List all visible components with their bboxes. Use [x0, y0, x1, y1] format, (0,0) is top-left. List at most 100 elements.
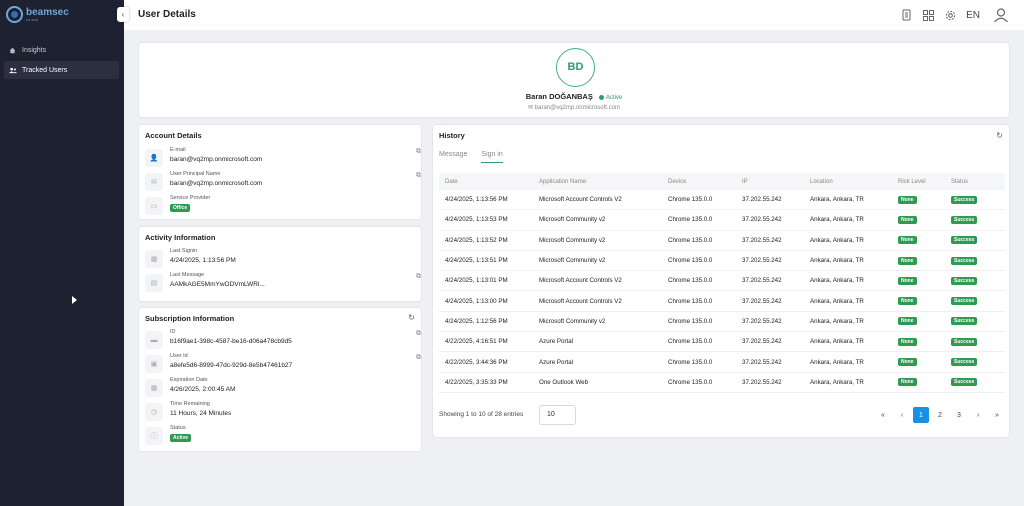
column-header[interactable]: Device — [668, 179, 742, 185]
cell-device: Chrome 135.0.0 — [668, 297, 713, 305]
id-card-icon: ▬ — [145, 331, 163, 349]
avatar: BD — [556, 48, 595, 87]
copy-icon[interactable]: ⧉ — [416, 354, 421, 362]
table-row[interactable]: 4/22/2025, 3:35:33 PM One Outlook Web Chro… — [439, 373, 1005, 393]
cell-device: Chrome 135.0.0 — [668, 196, 713, 204]
table-row[interactable]: 4/24/2025, 1:13:52 PM Microsoft Community… — [439, 231, 1005, 251]
table-row[interactable]: 4/22/2025, 4:16:51 PM Azure Portal Chrome … — [439, 332, 1005, 353]
first-page-button[interactable]: « — [875, 407, 891, 423]
subscription-title: Subscription Information — [145, 314, 235, 323]
mouse-cursor-icon — [72, 296, 77, 304]
copy-icon[interactable]: ⧉ — [416, 273, 421, 281]
cell-application: Azure Portal — [539, 338, 574, 346]
account-details-title: Account Details — [145, 131, 202, 140]
logo-text: beamsec — [26, 6, 69, 18]
apps-grid-icon[interactable] — [922, 9, 934, 21]
cell-device: Chrome 135.0.0 — [668, 277, 713, 285]
table-row[interactable]: 4/24/2025, 1:13:56 PM Microsoft Account C… — [439, 190, 1005, 211]
sidebar-collapse-button[interactable]: ‹ — [117, 7, 129, 22]
cell-ip: 37.202.55.242 — [742, 216, 782, 224]
risk-badge: None — [898, 297, 917, 306]
page-button-2[interactable]: 2 — [932, 407, 948, 423]
status-badge: Success — [951, 195, 978, 204]
risk-badge: None — [898, 276, 917, 285]
last-page-button[interactable]: » — [989, 407, 1005, 423]
cell-ip: 37.202.55.242 — [742, 338, 782, 346]
risk-badge: None — [898, 256, 917, 265]
history-card: History ↻ Message Sign in Date Applicati… — [432, 124, 1010, 438]
column-header[interactable]: Date — [439, 179, 539, 185]
table-row[interactable]: 4/22/2025, 3:44:36 PM Azure Portal Chrome … — [439, 352, 1005, 373]
logo[interactable]: beamsec team — [6, 6, 69, 23]
cell-application: Microsoft Community v2 — [539, 236, 606, 244]
cell-location: Ankara, Ankara, TR — [810, 277, 864, 285]
user-avatar-icon[interactable] — [992, 6, 1010, 24]
cell-date: 4/24/2025, 1:13:00 PM — [445, 297, 508, 305]
cell-device: Chrome 135.0.0 — [668, 378, 713, 386]
clock-icon: ◷ — [145, 403, 163, 421]
page-button-3[interactable]: 3 — [951, 407, 967, 423]
table-row[interactable]: 4/24/2025, 1:13:01 PM Microsoft Account C… — [439, 271, 1005, 292]
sidebar-item-label: Insights — [22, 46, 47, 54]
activity-title: Activity Information — [145, 233, 216, 242]
language-selector[interactable]: EN — [966, 10, 980, 21]
profile-card: BD Baran DOĞANBAŞ Active ✉ baran@vq2mp.o… — [138, 42, 1010, 118]
sidebar-nav: Insights Tracked Users — [4, 41, 119, 81]
copy-icon[interactable]: ⧉ — [416, 148, 421, 156]
column-header[interactable]: Application Name — [539, 179, 668, 185]
mail-icon: ✉ — [528, 105, 534, 111]
cell-application: Microsoft Account Controls V2 — [539, 196, 622, 204]
info-icon: ⓘ — [145, 427, 163, 445]
sidebar-item-tracked-users[interactable]: Tracked Users — [4, 61, 119, 79]
next-page-button[interactable]: › — [970, 407, 986, 423]
risk-badge: None — [898, 236, 917, 245]
person-icon: 👤 — [145, 149, 163, 167]
table-row[interactable]: 4/24/2025, 1:12:56 PM Microsoft Community… — [439, 312, 1005, 333]
status-badge: Active — [598, 94, 622, 101]
risk-badge: None — [898, 337, 917, 346]
gear-icon[interactable] — [944, 9, 956, 21]
column-header[interactable]: Location — [810, 179, 898, 185]
table-row[interactable]: 4/24/2025, 1:13:53 PM Microsoft Community… — [439, 210, 1005, 231]
cell-ip: 37.202.55.242 — [742, 378, 782, 386]
status-badge: Active — [170, 434, 192, 442]
refresh-icon[interactable]: ↻ — [408, 313, 415, 322]
cell-ip: 37.202.55.242 — [742, 257, 782, 265]
profile-name: Baran DOĞANBAŞ — [525, 92, 593, 101]
sidebar-item-insights[interactable]: Insights — [4, 41, 119, 59]
document-icon[interactable] — [900, 9, 912, 21]
table-row[interactable]: 4/24/2025, 1:13:00 PM Microsoft Account C… — [439, 291, 1005, 312]
risk-badge: None — [898, 215, 917, 224]
status-badge: Success — [951, 297, 978, 306]
status-badge: Success — [951, 256, 978, 265]
copy-icon[interactable]: ⧉ — [416, 172, 421, 180]
cell-location: Ankara, Ankara, TR — [810, 378, 864, 386]
table-row[interactable]: 4/24/2025, 1:13:51 PM Microsoft Community… — [439, 251, 1005, 272]
page-button-1[interactable]: 1 — [913, 407, 929, 423]
account-details-card: Account Details 👤 E-mail baran@vq2mp.onm… — [138, 124, 422, 220]
cell-ip: 37.202.55.242 — [742, 236, 782, 244]
table-footer: Showing 1 to 10 of 28 entries 10 « ‹ 1 2… — [439, 405, 1005, 425]
table-header: Date Application Name Device IP Location… — [439, 173, 1005, 190]
cell-location: Ankara, Ankara, TR — [810, 257, 864, 265]
copy-icon[interactable]: ⧉ — [416, 330, 421, 338]
tab-message[interactable]: Message — [439, 151, 467, 163]
tab-sign-in[interactable]: Sign in — [481, 151, 503, 163]
column-header[interactable]: Status — [951, 179, 1005, 185]
column-header[interactable]: IP — [742, 179, 810, 185]
risk-badge: None — [898, 378, 917, 387]
cell-date: 4/24/2025, 1:13:51 PM — [445, 257, 508, 265]
cell-location: Ankara, Ankara, TR — [810, 317, 864, 325]
cell-location: Ankara, Ankara, TR — [810, 216, 864, 224]
calendar-icon: ▦ — [145, 250, 163, 268]
page-size-select[interactable]: 10 — [539, 405, 576, 425]
header: User Details EN — [124, 0, 1024, 30]
subscription-card: Subscription Information ↻ ▬ ID b16f9ae1… — [138, 307, 422, 452]
status-dot-icon — [598, 94, 604, 100]
column-header[interactable]: Risk Level — [898, 179, 951, 185]
refresh-icon[interactable]: ↻ — [996, 131, 1003, 140]
cell-ip: 37.202.55.242 — [742, 196, 782, 204]
prev-page-button[interactable]: ‹ — [894, 407, 910, 423]
cell-ip: 37.202.55.242 — [742, 358, 782, 366]
provider-badge: Office — [170, 204, 191, 212]
